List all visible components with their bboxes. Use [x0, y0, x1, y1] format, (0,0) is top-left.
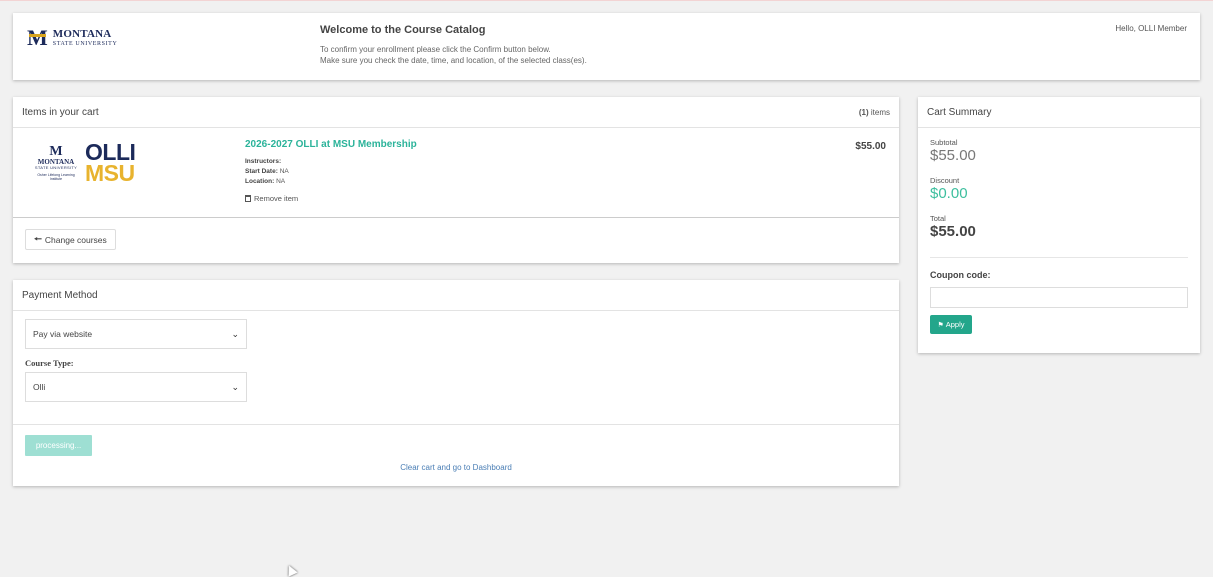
user-greeting[interactable]: Hello, OLLI Member [1115, 24, 1187, 33]
page-title: Welcome to the Course Catalog [320, 24, 486, 36]
coupon-label: Coupon code: [930, 270, 991, 280]
cart-panel: Items in your cart (1) items M MONTANA S… [13, 97, 899, 263]
clear-cart-link: Clear cart and go to Dashboard [400, 463, 512, 472]
mouse-cursor-icon [284, 563, 298, 577]
trash-icon [245, 195, 251, 202]
payment-title: Payment Method [22, 289, 98, 301]
cart-title: Items in your cart [22, 106, 99, 118]
total: Total $55.00 [930, 214, 976, 240]
summary-header: Cart Summary [918, 97, 1200, 128]
welcome-line-1: To confirm your enrollment please click … [320, 45, 551, 54]
remove-item-button[interactable]: Remove item [245, 194, 417, 203]
item-title-link[interactable]: 2026-2027 OLLI at MSU Membership [245, 139, 417, 150]
discount: Discount $0.00 [930, 176, 968, 202]
total-value: $55.00 [930, 223, 976, 240]
subtotal: Subtotal $55.00 [930, 138, 976, 164]
cart-summary-panel: Cart Summary Subtotal $55.00 Discount $0… [918, 97, 1200, 353]
item-location: Location: NA [245, 178, 286, 185]
header-panel: M MONTANA STATE UNIVERSITY Welcome to th… [13, 13, 1200, 80]
divider [930, 257, 1188, 258]
msu-m-icon: M [27, 25, 48, 50]
change-courses-button[interactable]: 🠔 Change courses [25, 229, 116, 250]
cart-header: Items in your cart (1) items [13, 97, 899, 128]
item-instructors: Instructors: [245, 158, 282, 165]
olli-msu-logo: M MONTANA STATE UNIVERSITY Osher Lifelon… [34, 139, 136, 187]
processing-button[interactable]: processing... [25, 435, 92, 456]
tag-icon: ⚑ [937, 321, 944, 329]
cart-item-count: (1) items [858, 107, 890, 117]
course-type-label: Course Type: [25, 358, 74, 368]
msu-logo[interactable]: M MONTANA STATE UNIVERSITY [27, 25, 117, 51]
welcome-line-2: Make sure you check the date, time, and … [320, 56, 587, 65]
cart-item: M MONTANA STATE UNIVERSITY Osher Lifelon… [13, 128, 899, 218]
coupon-input[interactable] [930, 287, 1188, 308]
logo-line2: STATE UNIVERSITY [52, 41, 118, 47]
divider [13, 424, 899, 425]
subtotal-value: $55.00 [930, 147, 976, 164]
payment-method-select[interactable]: Pay via website ⌄ [25, 319, 247, 349]
discount-value: $0.00 [930, 185, 968, 202]
summary-title: Cart Summary [927, 106, 992, 118]
payment-panel: Payment Method Pay via website ⌄ Course … [13, 280, 899, 486]
apply-coupon-button[interactable]: ⚑ Apply [930, 315, 972, 334]
arrow-left-icon: 🠔 [34, 233, 42, 244]
logo-line1: MONTANA [52, 28, 112, 40]
item-start-date: Start Date: NA [245, 168, 289, 175]
msu-m-icon: M [49, 144, 63, 160]
payment-header: Payment Method [13, 280, 899, 311]
chevron-down-icon: ⌄ [231, 328, 239, 339]
chevron-down-icon: ⌄ [231, 381, 239, 392]
welcome-block: Welcome to the Course Catalog To confirm… [320, 24, 587, 66]
item-price: $55.00 [855, 141, 886, 152]
course-type-select[interactable]: Olli ⌄ [25, 372, 247, 402]
